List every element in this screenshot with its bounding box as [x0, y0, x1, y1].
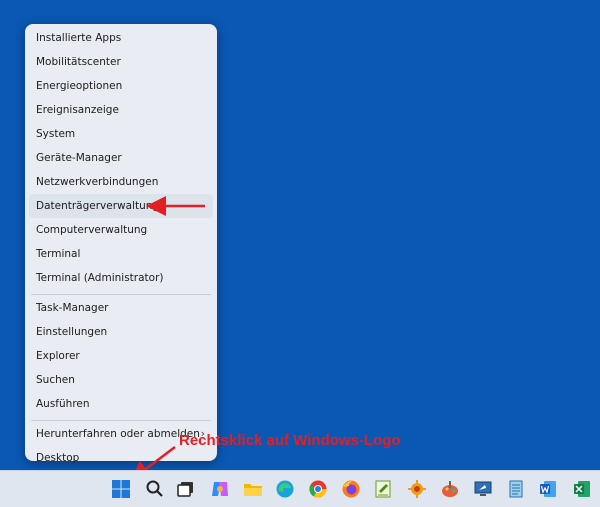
- menu-item-computerverwaltung[interactable]: Computerverwaltung: [29, 218, 213, 242]
- menu-item-label: Einstellungen: [36, 326, 108, 338]
- task-view-icon[interactable]: [174, 477, 198, 501]
- menu-item-geraete-manager[interactable]: Geräte-Manager: [29, 146, 213, 170]
- menu-item-energieoptionen[interactable]: Energieoptionen: [29, 74, 213, 98]
- edge-icon[interactable]: [273, 477, 297, 501]
- menu-item-label: Explorer: [36, 350, 80, 362]
- menu-item-terminal[interactable]: Terminal: [29, 242, 213, 266]
- menu-item-label: Geräte-Manager: [36, 152, 122, 164]
- settings-sun-icon[interactable]: [405, 477, 429, 501]
- menu-item-explorer[interactable]: Explorer: [29, 344, 213, 368]
- file-explorer-icon[interactable]: [241, 477, 265, 501]
- menu-item-label: Suchen: [36, 374, 75, 386]
- search-icon[interactable]: [143, 477, 167, 501]
- menu-item-label: Datenträgerverwaltung: [36, 200, 160, 212]
- menu-item-ausfuehren[interactable]: Ausführen: [29, 392, 213, 416]
- taskbar: [0, 470, 600, 507]
- menu-item-terminal-admin[interactable]: Terminal (Administrator): [29, 266, 213, 290]
- paint-icon[interactable]: [438, 477, 462, 501]
- menu-separator: [31, 294, 211, 295]
- remote-desktop-icon[interactable]: [471, 477, 495, 501]
- menu-item-einstellungen[interactable]: Einstellungen: [29, 320, 213, 344]
- menu-item-system[interactable]: System: [29, 122, 213, 146]
- menu-item-label: System: [36, 128, 76, 140]
- windows-start-icon[interactable]: [109, 477, 133, 501]
- menu-item-label: Netzwerkverbindungen: [36, 176, 159, 188]
- menu-item-mobilitaetscenter[interactable]: Mobilitätscenter: [29, 50, 213, 74]
- menu-item-label: Ausführen: [36, 398, 90, 410]
- menu-item-label: Task-Manager: [36, 302, 109, 314]
- firefox-icon[interactable]: [339, 477, 363, 501]
- menu-item-datentraegerverwaltung[interactable]: Datenträgerverwaltung: [29, 194, 213, 218]
- menu-item-label: Desktop: [36, 452, 80, 464]
- menu-item-label: Computerverwaltung: [36, 224, 148, 236]
- copilot-icon[interactable]: [208, 477, 232, 501]
- menu-item-label: Herunterfahren oder abmelden: [36, 428, 200, 440]
- menu-item-installierte-apps[interactable]: Installierte Apps: [29, 26, 213, 50]
- menu-item-label: Terminal: [36, 248, 81, 260]
- menu-item-desktop[interactable]: Desktop: [29, 446, 213, 470]
- menu-item-label: Ereignisanzeige: [36, 104, 119, 116]
- menu-item-task-manager[interactable]: Task-Manager: [29, 296, 213, 320]
- menu-item-ereignisanzeige[interactable]: Ereignisanzeige: [29, 98, 213, 122]
- menu-separator: [31, 420, 211, 421]
- menu-item-label: Installierte Apps: [36, 32, 122, 44]
- menu-item-suchen[interactable]: Suchen: [29, 368, 213, 392]
- notepad-icon[interactable]: [504, 477, 528, 501]
- excel-icon[interactable]: [570, 477, 594, 501]
- menu-item-label: Energieoptionen: [36, 80, 123, 92]
- menu-item-netzwerkverbindungen[interactable]: Netzwerkverbindungen: [29, 170, 213, 194]
- word-icon[interactable]: [536, 477, 560, 501]
- menu-item-label: Mobilitätscenter: [36, 56, 121, 68]
- chrome-icon[interactable]: [306, 477, 330, 501]
- notepad-plus-icon[interactable]: [371, 477, 395, 501]
- menu-item-label: Terminal (Administrator): [36, 272, 164, 284]
- winx-context-menu: Installierte Apps Mobilitätscenter Energ…: [25, 24, 217, 464]
- annotation-label: Rechtsklick auf Windows-Logo: [179, 432, 401, 449]
